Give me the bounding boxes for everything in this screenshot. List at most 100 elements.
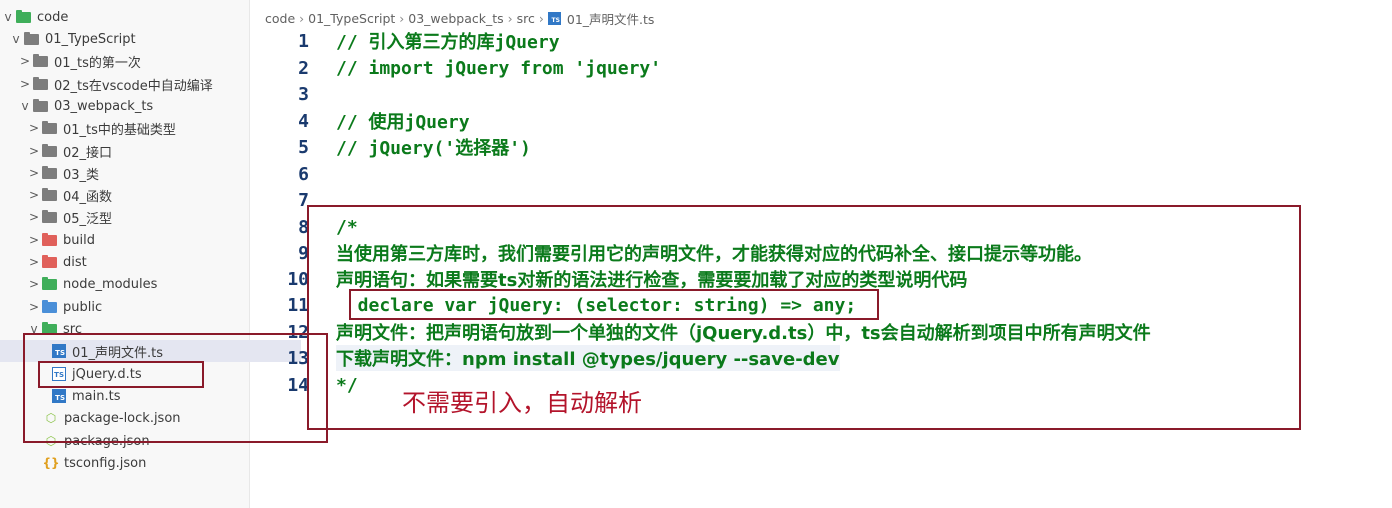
chevron-right-icon: > [28,166,40,180]
chevron-down-icon: v [4,10,12,24]
tree-item-build[interactable]: > build [0,229,275,251]
tree-item-01-ts-first[interactable]: > 01_ts的第一次 [0,50,266,72]
tree-item-label: 05_泛型 [63,211,113,227]
folder-icon [42,120,57,134]
line-number: 5 [298,136,309,158]
tree-item-tsconfig[interactable]: {} tsconfig.json [0,452,291,474]
line-number: 4 [298,110,309,132]
chevron-down-icon: v [12,32,20,46]
chevron-right-icon: > [28,188,40,202]
folder-icon [42,209,57,223]
json-braces-icon: {} [42,456,60,470]
chevron-right-icon: > [28,233,40,247]
annotation-note: 不需要引入，自动解析 [402,389,642,417]
declare-statement-highlight-box [349,289,879,320]
tree-item-label: 02_ts在vscode中自动编译 [54,78,213,94]
line-number: 1 [298,30,309,52]
chevron-right-icon: > [28,210,40,224]
folder-dist-icon [42,254,57,268]
chevron-down-icon: v [21,99,29,113]
breadcrumb: code › 01_TypeScript › 03_webpack_ts › s… [265,9,655,28]
tree-item-class[interactable]: > 03_类 [0,162,275,184]
tree-item-02-ts-vscode[interactable]: > 02_ts在vscode中自动编译 [0,73,266,95]
folder-vscode-icon [16,9,31,23]
folder-node-icon [42,276,57,290]
tree-item-dist[interactable]: > dist [0,251,275,273]
tree-item-01-typescript[interactable]: v 01_TypeScript [0,28,257,50]
code-text: // jQuery('选择器') [336,138,531,159]
tree-item-label: 01_ts的第一次 [54,55,141,71]
code-text: // 使用jQuery [336,112,470,133]
code-line: 3 [250,81,309,107]
tree-item-03-webpack-ts[interactable]: v 03_webpack_ts [0,95,266,117]
code-line: 9 当使用第三方库时，我们需要引用它的声明文件，才能获得对应的代码补全、接口提示… [250,240,1092,266]
line-number: 6 [298,163,309,185]
tree-item-code[interactable]: v code [0,6,249,28]
tree-item-label: 03_类 [63,167,100,183]
folder-build-icon [42,232,57,246]
tree-item-node-modules[interactable]: > node_modules [0,273,275,295]
breadcrumb-item[interactable]: src [517,11,535,26]
chevron-right-icon: › [299,10,305,26]
tree-item-basic-types[interactable]: > 01_ts中的基础类型 [0,117,275,139]
line-number: 9 [298,242,309,264]
tree-item-label: build [63,232,95,248]
tree-item-label: 01_TypeScript [45,31,136,47]
code-line: 5 // jQuery('选择器') [250,134,531,160]
tree-item-generics[interactable]: > 05_泛型 [0,206,275,228]
code-line: 11 declare var jQuery: (selector: string… [250,292,856,318]
code-line: 6 [250,161,309,187]
code-text: // import jQuery from 'jquery' [336,57,662,79]
breadcrumb-item[interactable]: 01_声明文件.ts [567,9,655,28]
tree-item-label: code [37,9,69,25]
chevron-right-icon: > [19,54,31,68]
chevron-right-icon: > [19,77,31,91]
folder-icon [42,143,57,157]
chevron-right-icon: > [28,121,40,135]
code-line: 4 // 使用jQuery [250,108,469,134]
folder-icon [33,76,48,90]
chevron-right-icon: > [28,277,40,291]
tree-item-label: 02_接口 [63,145,113,161]
line-number: 10 [287,268,309,290]
tree-item-label: 04_函数 [63,189,113,205]
code-line: 10 声明语句：如果需要ts对新的语法进行检查，需要要加载了对应的类型说明代码 [250,266,967,292]
chevron-right-icon: > [28,255,40,269]
folder-icon [33,53,48,67]
tree-item-label: tsconfig.json [64,455,147,471]
tree-item-interface[interactable]: > 02_接口 [0,140,275,162]
breadcrumb-item[interactable]: 01_TypeScript [308,11,395,26]
typescript-file-icon: TS [547,11,561,25]
line-number: 7 [298,189,309,211]
jquery-dts-highlight-box [38,361,204,388]
code-text: // 引入第三方的库jQuery [336,32,560,53]
code-line: 1 // 引入第三方的库jQuery [250,28,559,54]
chevron-right-icon: › [399,10,405,26]
folder-open-icon [24,31,39,45]
tree-item-label: dist [63,254,87,270]
line-number: 2 [298,57,309,79]
chevron-right-icon: > [28,144,40,158]
breadcrumb-item[interactable]: 03_webpack_ts [408,11,503,26]
tree-item-function[interactable]: > 04_函数 [0,184,275,206]
folder-public-icon [42,299,57,313]
src-files-highlight-box [23,333,328,443]
chevron-right-icon: › [507,10,513,26]
tree-item-label: public [63,299,103,315]
line-number: 8 [298,216,309,238]
folder-open-icon [33,98,48,112]
code-line: 8 /* [250,214,358,240]
chevron-right-icon: › [538,10,544,26]
code-line: 2 // import jQuery from 'jquery' [250,55,661,81]
tree-item-label: 01_ts中的基础类型 [63,122,176,138]
code-line: 7 [250,187,309,213]
chevron-right-icon: > [28,300,40,314]
tree-item-label: node_modules [63,276,158,292]
breadcrumb-item[interactable]: code [265,11,295,26]
folder-icon [42,165,57,179]
tree-item-public[interactable]: > public [0,296,275,318]
folder-icon [42,187,57,201]
line-number: 3 [298,83,309,105]
line-number: 11 [287,294,309,316]
tree-item-label: 03_webpack_ts [54,98,154,114]
